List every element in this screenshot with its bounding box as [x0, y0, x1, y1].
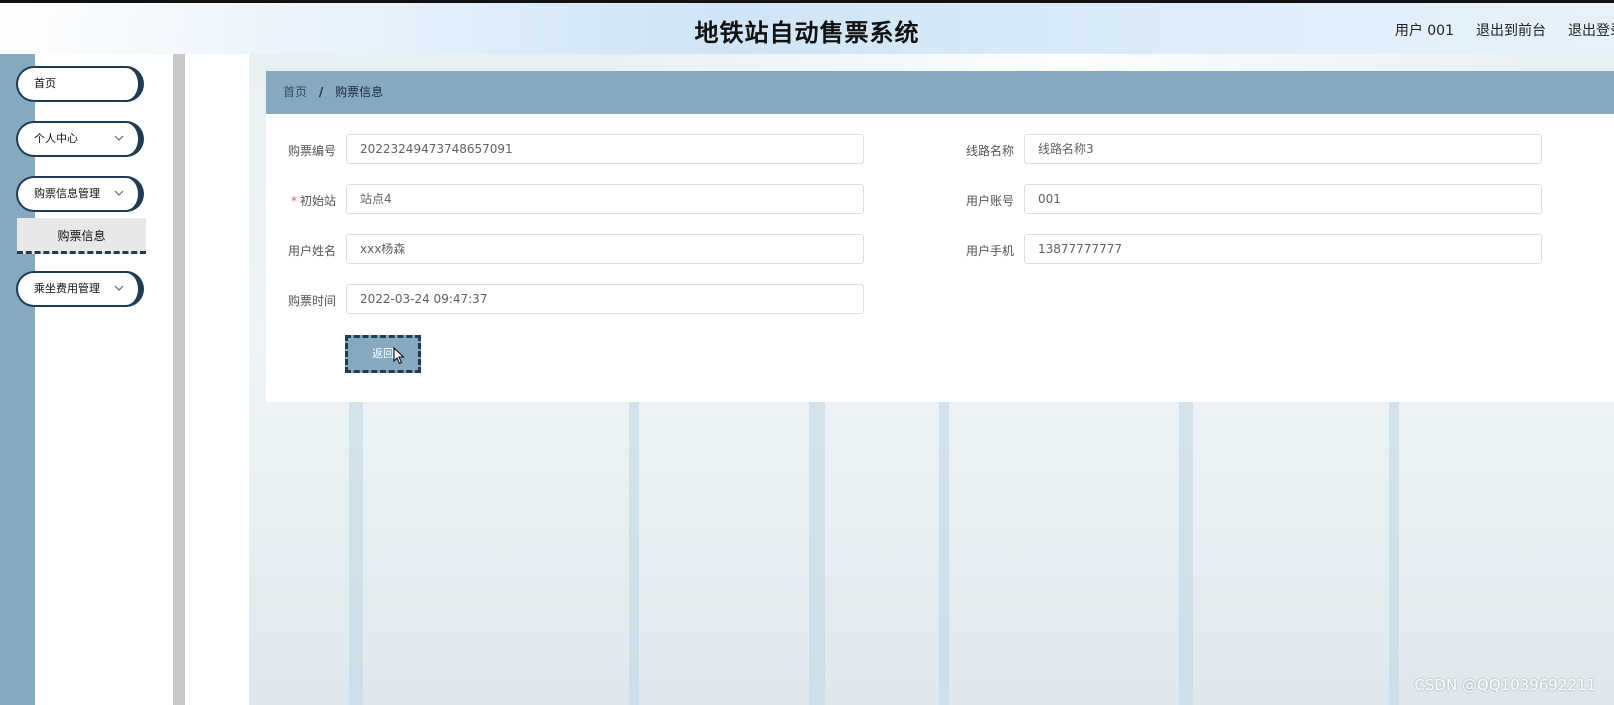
purchase-time-label: 购票时间: [287, 294, 336, 308]
current-user-link[interactable]: 用户 001: [1395, 20, 1454, 40]
background-decoration: [939, 394, 949, 705]
header-links: 用户 001 退出到前台 退出登录: [1395, 20, 1614, 40]
sidebar-scrollbar[interactable]: [173, 54, 185, 705]
chevron-down-icon: [114, 274, 124, 306]
route-name-field[interactable]: 线路名称3: [1024, 134, 1542, 164]
watermark: CSDN @QQ1039692211: [1414, 676, 1596, 694]
sidebar-item-home[interactable]: 首页: [16, 66, 144, 102]
mouse-pointer-icon: [393, 346, 405, 369]
breadcrumb: 首页 / 购票信息: [266, 71, 1614, 114]
user-account-field[interactable]: 001: [1024, 184, 1542, 214]
background-decoration: [1179, 394, 1193, 705]
sidebar-item-label: 乘坐费用管理: [34, 282, 100, 295]
top-header: 地铁站自动售票系统 用户 001 退出到前台 退出登录: [0, 0, 1614, 54]
chevron-down-icon: [114, 179, 124, 211]
submenu-item-ticket-info[interactable]: 购票信息: [17, 218, 146, 254]
start-station-label: * 初始站: [266, 192, 336, 209]
ticket-no-field[interactable]: 20223249473748657091: [346, 134, 864, 164]
breadcrumb-separator: /: [318, 85, 324, 99]
required-mark: *: [290, 194, 297, 208]
back-button[interactable]: 返回: [345, 335, 421, 373]
user-phone-field[interactable]: 13877777777: [1024, 234, 1542, 264]
background-decoration: [809, 394, 825, 705]
logout-link[interactable]: 退出登录: [1568, 20, 1614, 40]
sidebar-item-label: 个人中心: [34, 132, 78, 145]
purchase-time-field[interactable]: 2022-03-24 09:47:37: [346, 284, 864, 314]
sidebar-item-label: 首页: [34, 77, 56, 90]
user-account-label: 用户账号: [965, 194, 1014, 208]
start-station-label-text: 初始站: [299, 194, 336, 208]
sidebar-item-personal-center[interactable]: 个人中心: [16, 121, 144, 157]
ticket-no-label: 购票编号: [287, 144, 336, 158]
background-decoration: [349, 394, 363, 705]
sidebar-item-label: 购票信息管理: [34, 187, 100, 200]
content-gutter: [185, 54, 249, 705]
exit-to-frontend-link[interactable]: 退出到前台: [1476, 20, 1546, 40]
breadcrumb-current: 购票信息: [335, 85, 384, 99]
route-name-label: 线路名称: [965, 144, 1014, 158]
user-name-label: 用户姓名: [287, 244, 336, 258]
user-name-field[interactable]: xxx杨森: [346, 234, 864, 264]
start-station-field[interactable]: 站点4: [346, 184, 864, 214]
user-phone-label: 用户手机: [965, 244, 1014, 258]
sidebar-item-fare-management[interactable]: 乘坐费用管理: [16, 271, 144, 307]
chevron-down-icon: [114, 124, 124, 156]
breadcrumb-home[interactable]: 首页: [283, 85, 307, 99]
background-decoration: [629, 394, 639, 705]
background-decoration: [1389, 394, 1399, 705]
sidebar-item-ticket-management[interactable]: 购票信息管理: [16, 176, 144, 212]
app-title: 地铁站自动售票系统: [694, 19, 920, 47]
